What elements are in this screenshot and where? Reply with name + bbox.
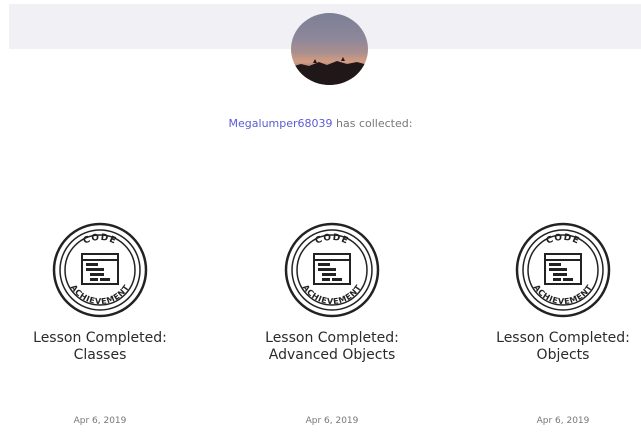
collected-caption: Megalumper68039 has collected: [0, 116, 641, 132]
achievement-title: Lesson Completed: Objects [496, 330, 630, 363]
code-achievement-badge-icon: CODE ACHIEVEMENT [515, 222, 611, 318]
achievement-card[interactable]: CODE ACHIEVEMENT Lesson Completed: Advan… [232, 222, 432, 426]
achievement-date: Apr 6, 2019 [73, 416, 127, 426]
achievement-date: Apr 6, 2019 [536, 416, 590, 426]
code-achievement-badge-icon: CODE ACHIEVEMENT [52, 222, 148, 318]
avatar [291, 13, 368, 85]
username-link[interactable]: Megalumper68039 [229, 117, 333, 130]
code-achievement-badge-icon: CODE ACHIEVEMENT [284, 222, 380, 318]
achievement-card[interactable]: CODE ACHIEVEMENT Lesson Completed: Class… [0, 222, 200, 426]
achievement-date: Apr 6, 2019 [305, 416, 359, 426]
avatar-landscape-image [291, 57, 368, 85]
achievement-title: Lesson Completed: Classes [33, 330, 167, 363]
collected-text: has collected: [332, 117, 413, 130]
achievement-title: Lesson Completed: Advanced Objects [265, 330, 399, 363]
achievement-card[interactable]: CODE ACHIEVEMENT Lesson Completed: Objec… [463, 222, 641, 426]
